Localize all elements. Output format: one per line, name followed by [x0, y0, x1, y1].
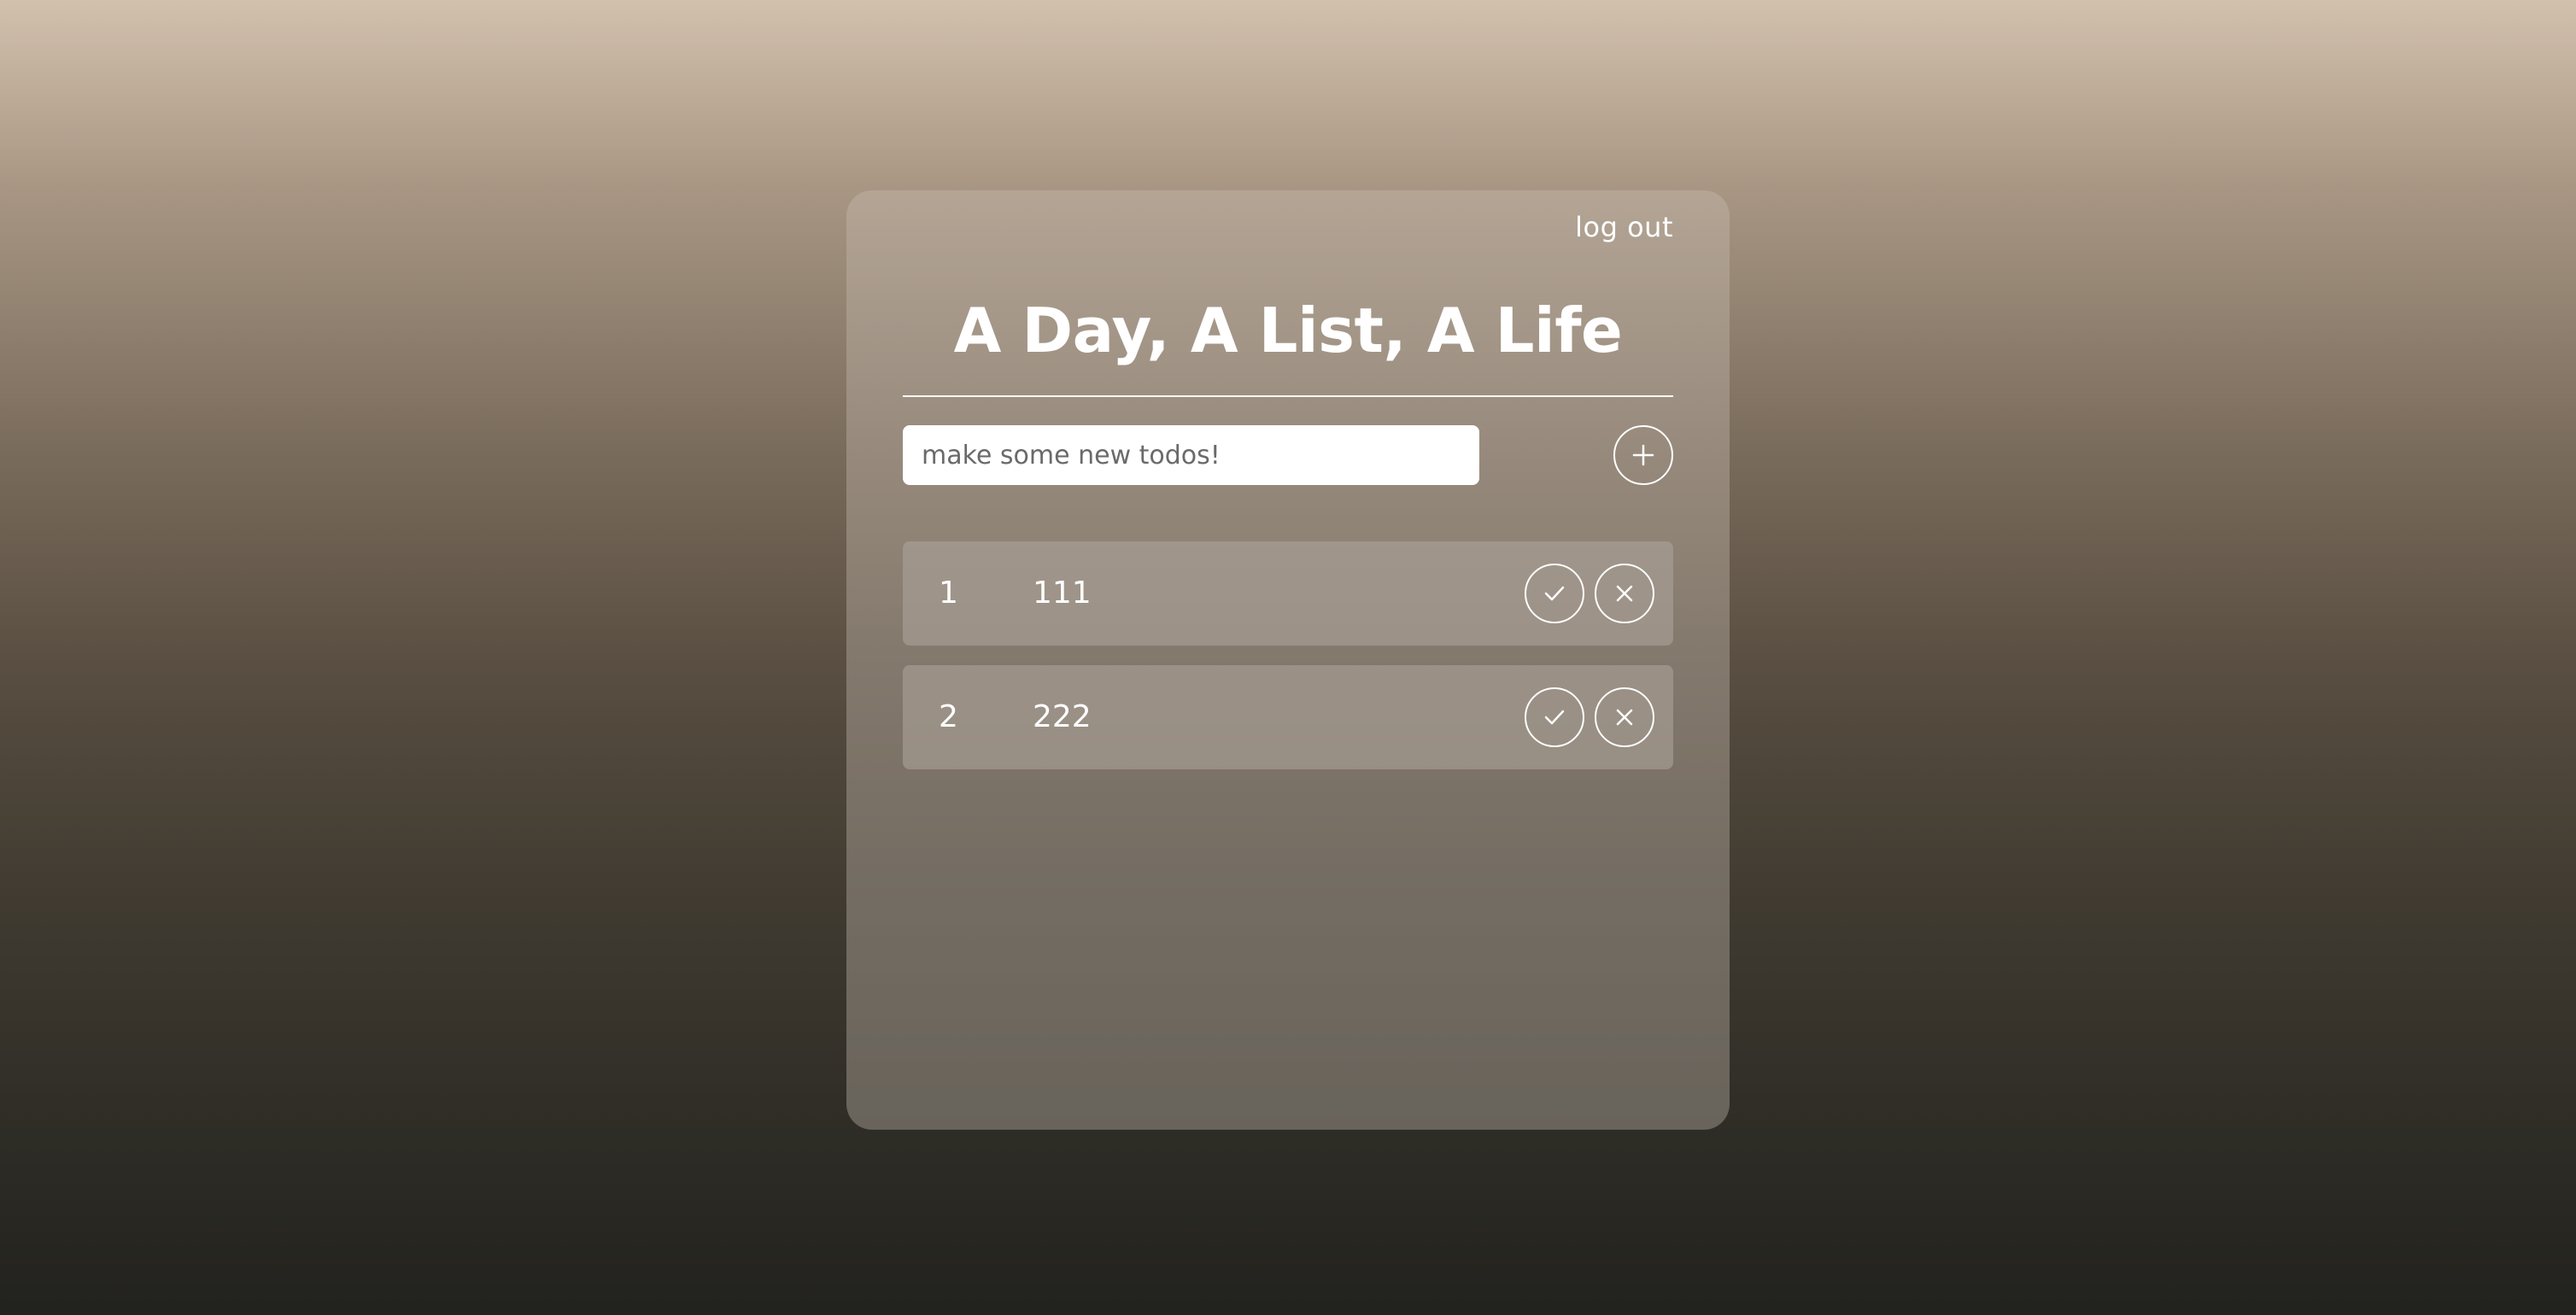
todo-card: log out A Day, A List, A Life 1 111 — [846, 190, 1730, 1130]
todo-list: 1 111 2 222 — [903, 541, 1673, 789]
complete-todo-button[interactable] — [1525, 687, 1584, 747]
add-todo-button[interactable] — [1613, 425, 1673, 485]
check-icon — [1544, 586, 1565, 601]
todo-index: 1 — [939, 576, 958, 611]
complete-todo-button[interactable] — [1525, 564, 1584, 623]
todo-item: 2 222 — [903, 665, 1673, 769]
check-icon — [1544, 710, 1565, 725]
todo-text: 222 — [1033, 699, 1092, 734]
logout-link[interactable]: log out — [1575, 211, 1673, 243]
plus-icon — [1632, 444, 1654, 466]
delete-todo-button[interactable] — [1595, 564, 1654, 623]
close-icon — [1616, 709, 1633, 726]
page-title: A Day, A List, A Life — [953, 295, 1623, 366]
delete-todo-button[interactable] — [1595, 687, 1654, 747]
todo-text: 111 — [1033, 576, 1092, 611]
close-icon — [1616, 585, 1633, 602]
title-divider — [903, 395, 1673, 397]
todo-item: 1 111 — [903, 541, 1673, 646]
new-todo-input[interactable] — [903, 425, 1479, 485]
todo-index: 2 — [939, 699, 958, 734]
